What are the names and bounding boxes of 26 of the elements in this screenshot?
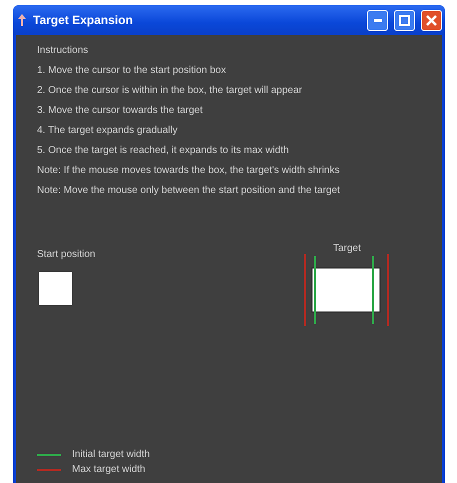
max-width-line: [387, 254, 389, 326]
legend-label: Max target width: [72, 464, 146, 475]
instruction-line: 1. Move the cursor to the start position box: [37, 64, 227, 78]
target-box[interactable]: [312, 268, 380, 312]
start-position-label: Start position: [37, 249, 96, 260]
legend-label: Initial target width: [72, 449, 150, 460]
minimize-button[interactable]: [367, 10, 388, 30]
start-position-box[interactable]: [39, 272, 72, 305]
app-icon: [17, 14, 27, 26]
initial-width-line: [314, 256, 316, 324]
instruction-line: 2. Once the cursor is within in the box, the target will appear: [37, 84, 304, 98]
target-label: Target: [333, 243, 361, 254]
initial-width-line: [372, 256, 374, 324]
maximize-button[interactable]: [394, 10, 415, 30]
close-icon: [426, 14, 437, 26]
instruction-line: 3. Move the cursor towards the target: [37, 104, 204, 118]
instruction-line: 5. Once the target is reached, it expands to its max width: [37, 144, 290, 158]
maximize-icon: [399, 14, 410, 26]
close-button[interactable]: [421, 10, 442, 30]
instruction-line: Note: If the mouse moves towards the box, the target's width shrinks: [37, 164, 341, 178]
instruction-line: 4. The target expands gradually: [37, 124, 178, 138]
instructions-heading: Instructions: [37, 44, 90, 58]
instruction-line: Note: Move the mouse only between the start position and the target: [37, 184, 341, 198]
window-title: Target Expansion: [33, 13, 134, 27]
max-width-line: [304, 254, 306, 326]
minimize-icon: [374, 18, 382, 22]
